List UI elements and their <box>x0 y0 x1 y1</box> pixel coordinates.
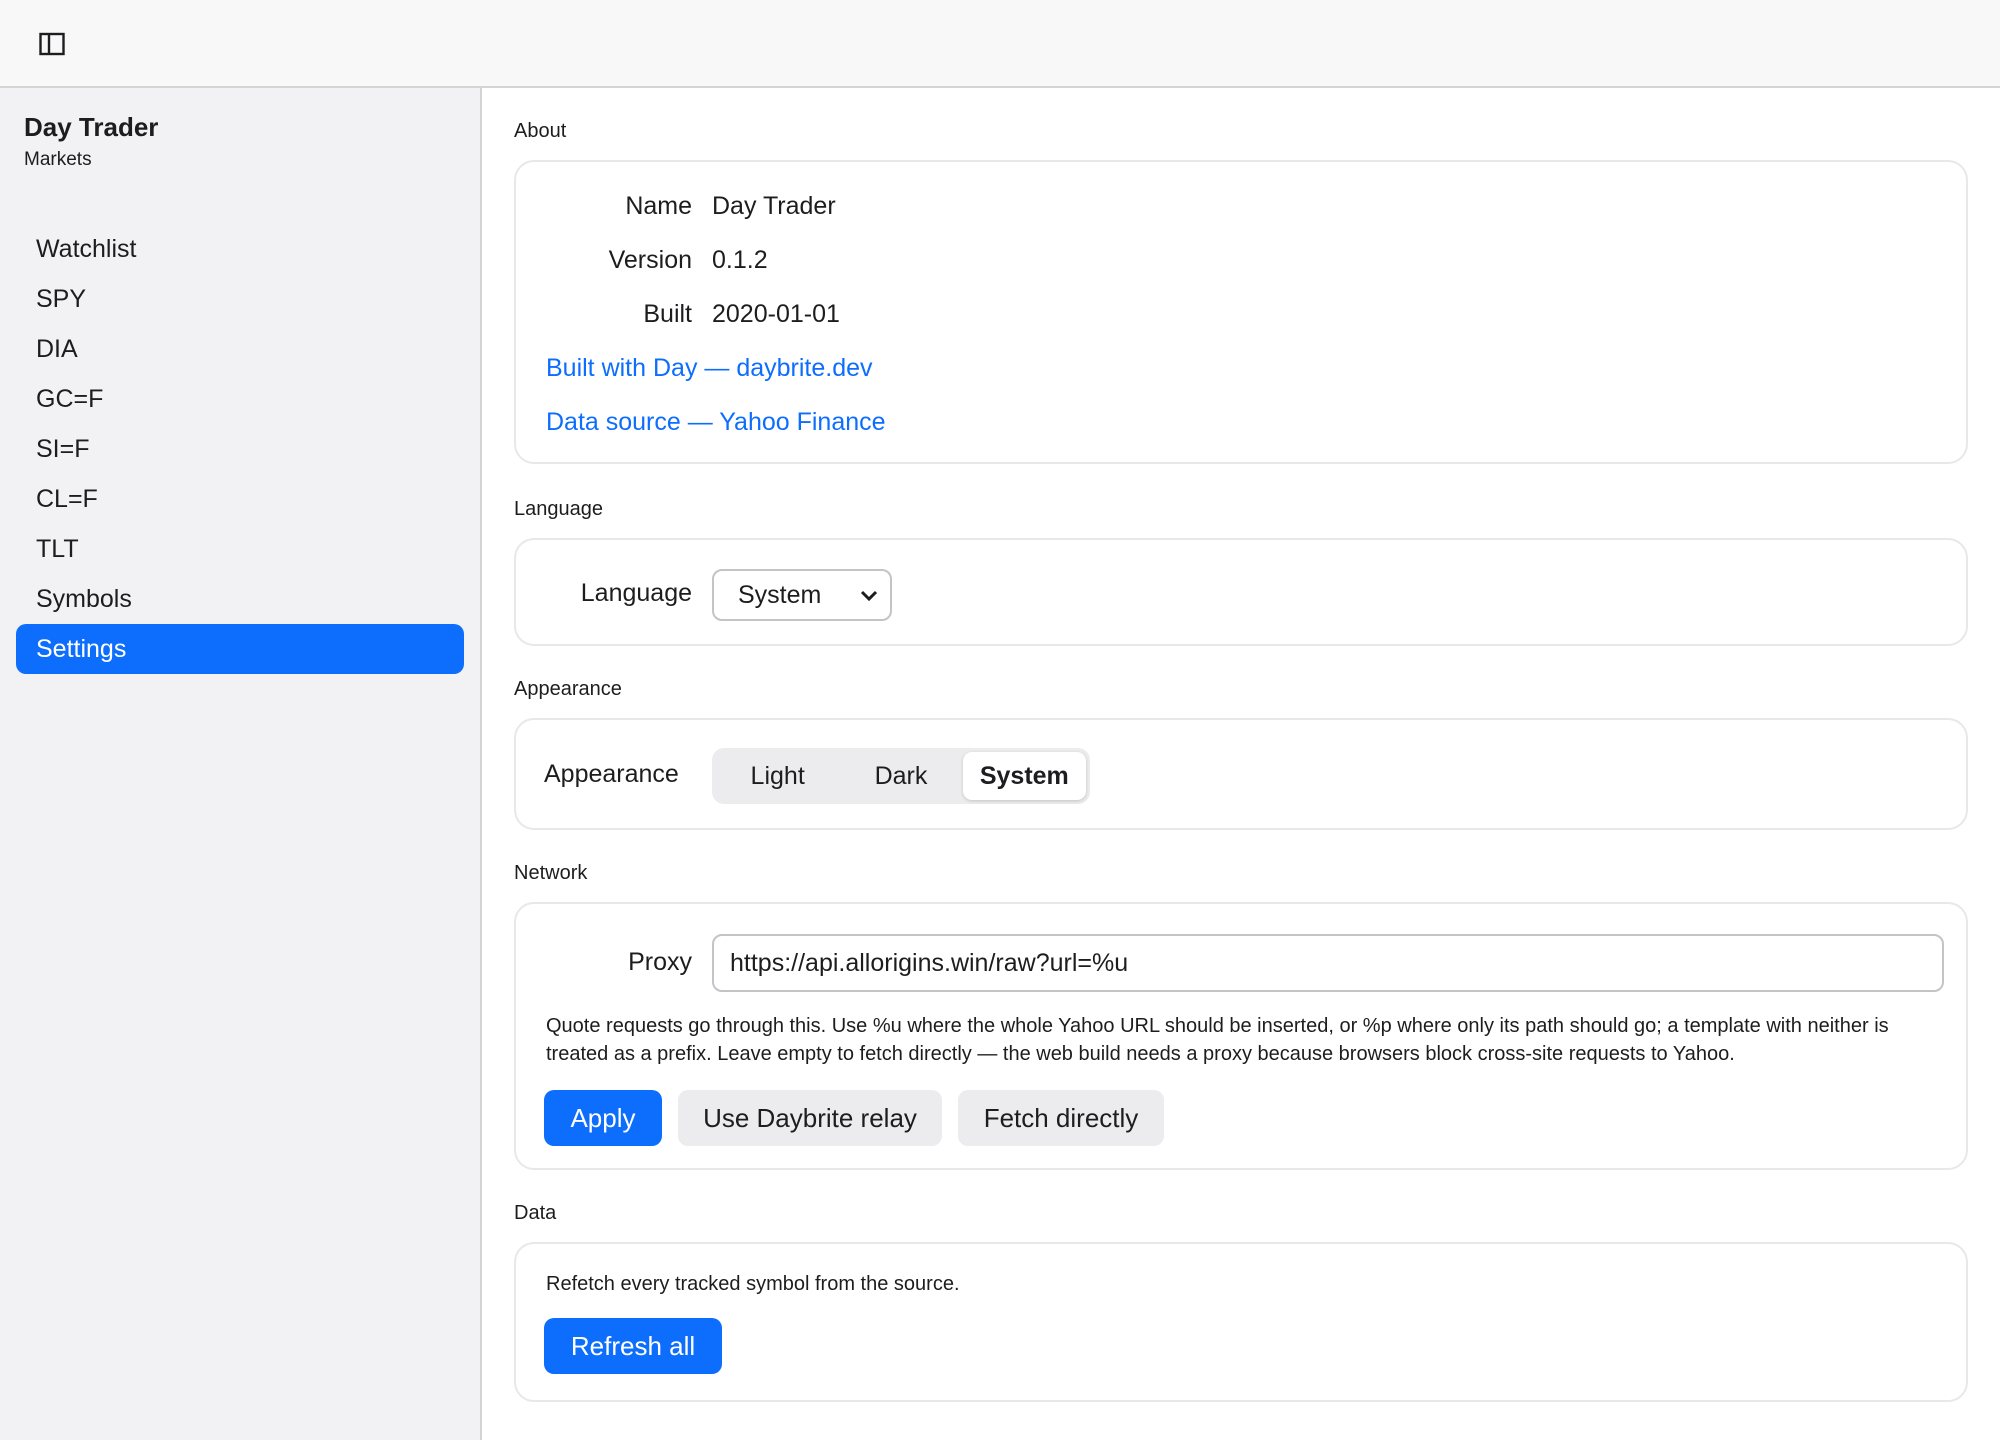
fetch-directly-button[interactable]: Fetch directly <box>958 1090 1164 1146</box>
sidebar-toggle-icon <box>39 32 65 56</box>
proxy-input[interactable] <box>712 934 1944 992</box>
sidebar-item-spy[interactable]: SPY <box>16 274 464 324</box>
about-card: Name Day Trader Version 0.1.2 Built 2020… <box>514 160 1968 464</box>
appearance-segmented-control: Light Dark System <box>712 748 1090 804</box>
appearance-card: Appearance Light Dark System <box>514 718 1968 830</box>
name-label: Name <box>625 192 692 220</box>
refresh-description: Refetch every tracked symbol from the so… <box>546 1273 960 1295</box>
built-with-link[interactable]: Built with Day — daybrite.dev <box>546 354 873 383</box>
built-value: 2020-01-01 <box>712 300 840 328</box>
language-select-value: System <box>738 580 822 609</box>
version-value: 0.1.2 <box>712 246 768 274</box>
sidebar-item-gc-f[interactable]: GC=F <box>16 374 464 424</box>
sidebar-item-settings[interactable]: Settings <box>16 624 464 674</box>
language-label: Language <box>580 579 692 607</box>
language-select[interactable]: System <box>712 569 892 621</box>
appearance-option-system[interactable]: System <box>962 752 1086 800</box>
appearance-option-light[interactable]: Light <box>716 752 839 800</box>
network-card: Proxy Quote requests go through this. Us… <box>514 902 1968 1170</box>
sidebar-item-si-f[interactable]: SI=F <box>16 424 464 474</box>
top-bar <box>0 0 2000 88</box>
data-section-title: Data <box>514 1202 557 1224</box>
sidebar-item-dia[interactable]: DIA <box>16 324 464 374</box>
sidebar-item-cl-f[interactable]: CL=F <box>16 474 464 524</box>
proxy-label: Proxy <box>628 948 692 976</box>
version-label: Version <box>608 246 692 274</box>
settings-main: About Name Day Trader Version 0.1.2 Buil… <box>482 88 2000 1440</box>
app-subtitle: Markets <box>24 149 92 170</box>
appearance-label: Appearance <box>544 760 679 788</box>
sidebar: Day Trader Markets Watchlist SPY DIA GC=… <box>0 88 482 1440</box>
refresh-all-button[interactable]: Refresh all <box>544 1318 722 1374</box>
data-source-link[interactable]: Data source — Yahoo Finance <box>546 408 886 437</box>
app-title: Day Trader <box>24 112 159 142</box>
use-daybrite-relay-button[interactable]: Use Daybrite relay <box>678 1090 942 1146</box>
appearance-option-dark[interactable]: Dark <box>839 752 962 800</box>
network-section-title: Network <box>514 862 588 884</box>
proxy-help-text: Quote requests go through this. Use %u w… <box>546 1015 1889 1065</box>
data-card: Refetch every tracked symbol from the so… <box>514 1242 1968 1402</box>
about-section-title: About <box>514 120 567 142</box>
sidebar-item-watchlist[interactable]: Watchlist <box>16 224 464 274</box>
language-section-title: Language <box>514 498 603 520</box>
name-value: Day Trader <box>712 192 836 220</box>
apply-button[interactable]: Apply <box>544 1090 662 1146</box>
sidebar-nav: Watchlist SPY DIA GC=F SI=F CL=F TLT Sym… <box>16 224 464 674</box>
sidebar-item-tlt[interactable]: TLT <box>16 524 464 574</box>
sidebar-toggle-button[interactable] <box>32 26 72 62</box>
language-card: Language System <box>514 538 1968 646</box>
chevron-down-icon <box>860 590 878 602</box>
appearance-section-title: Appearance <box>514 678 622 700</box>
built-label: Built <box>643 300 692 328</box>
sidebar-item-symbols[interactable]: Symbols <box>16 574 464 624</box>
